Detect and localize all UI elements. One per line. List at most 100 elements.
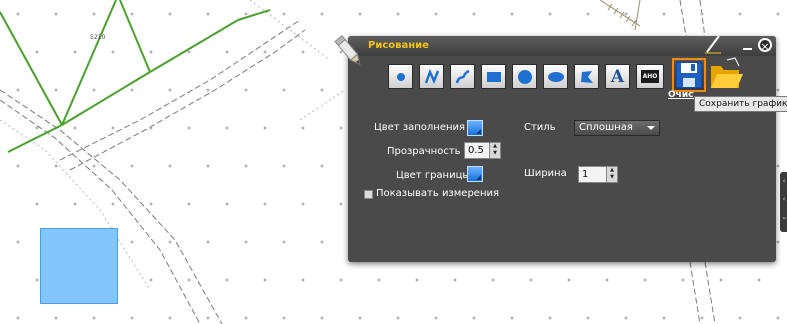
- map-point: [776, 164, 780, 168]
- stepper-down-icon[interactable]: ▼: [607, 174, 617, 181]
- border-color-label: Цвет границы: [396, 170, 471, 181]
- map-point: [35, 126, 39, 130]
- draw-rectangle-button[interactable]: [481, 64, 506, 89]
- map-point: [73, 50, 77, 54]
- map-point: [282, 164, 286, 168]
- map-point: [491, 278, 495, 282]
- map-point: [92, 88, 96, 92]
- map-point: [567, 278, 571, 282]
- border-color-picker[interactable]: [467, 166, 483, 182]
- map-point: [681, 278, 685, 282]
- map-point: [377, 278, 381, 282]
- map-point: [339, 202, 343, 206]
- map-point: [510, 316, 514, 320]
- map-point: [643, 278, 647, 282]
- map-point: [301, 126, 305, 130]
- map-point: [586, 316, 590, 320]
- drawing-panel: Рисование × A AHO Очис Сохранить графику…: [334, 34, 787, 262]
- width-stepper[interactable]: 1 ▲ ▼: [578, 166, 618, 183]
- minimize-icon[interactable]: [742, 40, 754, 52]
- map-point: [16, 240, 20, 244]
- map-point: [225, 126, 229, 130]
- stepper-down-icon[interactable]: ▼: [490, 150, 500, 157]
- map-point: [662, 316, 666, 320]
- draw-circle-button[interactable]: [512, 64, 537, 89]
- draw-point-button[interactable]: [388, 64, 413, 89]
- map-point: [130, 12, 134, 16]
- map-point: [776, 12, 780, 16]
- map-point: [529, 278, 533, 282]
- pencil-icon: [334, 35, 361, 65]
- map-point: [35, 202, 39, 206]
- map-point: [130, 164, 134, 168]
- map-point: [111, 126, 115, 130]
- draw-label-button[interactable]: AHO: [636, 64, 664, 89]
- map-point: [130, 88, 134, 92]
- save-graphics-button[interactable]: [672, 58, 706, 92]
- map-point: [263, 278, 267, 282]
- transparency-label: Прозрачность: [387, 146, 461, 157]
- map-point: [187, 278, 191, 282]
- map-point: [719, 278, 723, 282]
- parcel-number-label: 5210: [90, 34, 106, 41]
- draw-freehand-polygon-button[interactable]: [574, 64, 599, 89]
- draw-text-button[interactable]: A: [605, 64, 630, 89]
- style-select[interactable]: Сплошная: [574, 120, 660, 136]
- map-point: [396, 12, 400, 16]
- polyline-icon: [424, 68, 439, 84]
- map-point: [301, 50, 305, 54]
- map-point: [472, 12, 476, 16]
- chevron-down-icon: ⌄: [781, 213, 787, 221]
- stepper-buttons[interactable]: ▲ ▼: [606, 167, 617, 182]
- map-point: [415, 278, 419, 282]
- clear-graphics-link[interactable]: Очистить: [668, 90, 694, 100]
- draw-ellipse-button[interactable]: [543, 64, 568, 89]
- map-point: [111, 50, 115, 54]
- side-panel-tab[interactable]: ‹ ‹ ⌄: [780, 172, 787, 232]
- map-point: [301, 202, 305, 206]
- show-measurements-checkbox[interactable]: [364, 190, 373, 199]
- map-point: [168, 316, 172, 320]
- edit-icon[interactable]: [704, 34, 722, 54]
- map-point: [624, 316, 628, 320]
- map-point: [92, 316, 96, 320]
- map-point: [168, 12, 172, 16]
- map-point: [624, 12, 628, 16]
- map-point: [149, 202, 153, 206]
- map-point: [168, 240, 172, 244]
- map-point: [92, 12, 96, 16]
- map-point: [149, 278, 153, 282]
- open-folder-icon[interactable]: [709, 56, 743, 92]
- style-select-value: Сплошная: [579, 122, 633, 133]
- stepper-up-icon[interactable]: ▲: [490, 143, 500, 150]
- map-point: [168, 88, 172, 92]
- circle-icon: [517, 69, 532, 84]
- map-point: [130, 240, 134, 244]
- map-point: [434, 316, 438, 320]
- chevron-down-icon: [647, 126, 655, 130]
- map-point: [301, 278, 305, 282]
- map-point: [149, 50, 153, 54]
- draw-polyline-button[interactable]: [419, 64, 444, 89]
- map-point: [54, 88, 58, 92]
- map-point: [776, 316, 780, 320]
- map-point: [282, 240, 286, 244]
- map-point: [548, 316, 552, 320]
- map-point: [206, 240, 210, 244]
- draw-freehand-line-button[interactable]: [450, 64, 475, 89]
- map-point: [206, 12, 210, 16]
- stepper-up-icon[interactable]: ▲: [607, 167, 617, 174]
- stepper-buttons[interactable]: ▲ ▼: [489, 143, 500, 158]
- transparency-stepper[interactable]: 0.5 ▲ ▼: [464, 142, 501, 159]
- map-point: [244, 12, 248, 16]
- map-point: [168, 164, 172, 168]
- fill-color-picker[interactable]: [467, 120, 483, 136]
- fill-color-label: Цвет заполнения: [374, 122, 466, 133]
- map-point: [73, 202, 77, 206]
- map-point: [206, 88, 210, 92]
- drawn-rectangle-polygon[interactable]: [40, 228, 118, 304]
- show-measurements-label: Показывать измерения: [376, 188, 500, 199]
- map-point: [776, 88, 780, 92]
- close-icon[interactable]: ×: [758, 38, 772, 53]
- map-point: [320, 316, 324, 320]
